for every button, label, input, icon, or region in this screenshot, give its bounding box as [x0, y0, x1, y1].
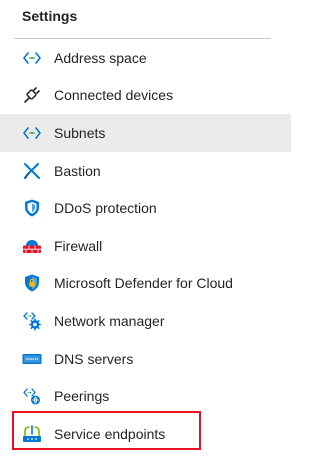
nav-item-label: Microsoft Defender for Cloud	[54, 275, 233, 292]
nav-item-connected-devices[interactable]: Connected devices	[0, 77, 291, 115]
firewall-icon	[22, 236, 42, 256]
nav-item-bastion[interactable]: Bastion	[0, 152, 291, 190]
nav-item-network-manager[interactable]: Network manager	[0, 302, 291, 340]
nav-item-label: DNS servers	[54, 350, 134, 367]
bastion-icon	[22, 161, 42, 181]
nav-item-label: Firewall	[54, 237, 103, 254]
nav-item-label: Subnets	[54, 124, 106, 141]
nav-item-firewall[interactable]: Firewall	[0, 227, 291, 265]
nav-item-dns-servers[interactable]: DNS servers	[0, 340, 291, 378]
nav-item-label: Peerings	[54, 388, 110, 405]
nav-item-service-endpoints[interactable]: Service endpoints	[0, 415, 291, 453]
nav-item-label: Network manager	[54, 312, 165, 329]
dns-servers-icon	[22, 349, 42, 369]
subnets-icon	[22, 123, 42, 143]
nav-item-ddos-protection[interactable]: DDoS protection	[0, 189, 291, 227]
defender-icon	[22, 273, 42, 293]
nav-item-label: Address space	[54, 49, 147, 66]
nav-item-peerings[interactable]: Peerings	[0, 377, 291, 415]
nav-item-label: DDoS protection	[54, 200, 157, 217]
network-manager-icon	[22, 311, 42, 331]
nav-item-address-space[interactable]: Address space	[0, 39, 291, 77]
peerings-icon	[22, 386, 42, 406]
address-space-icon	[22, 48, 42, 68]
nav-item-defender-for-cloud[interactable]: Microsoft Defender for Cloud	[0, 265, 291, 303]
settings-section-header: Settings	[22, 8, 78, 24]
nav-item-subnets[interactable]: Subnets	[0, 114, 291, 152]
nav-item-label: Service endpoints	[54, 425, 166, 442]
service-endpoints-icon	[22, 424, 42, 444]
nav-item-label: Connected devices	[54, 87, 174, 104]
settings-nav-list: Address space Connected devices Subnets	[0, 39, 291, 453]
connected-devices-icon	[22, 85, 42, 105]
ddos-protection-icon	[22, 198, 42, 218]
nav-item-label: Bastion	[54, 162, 101, 179]
